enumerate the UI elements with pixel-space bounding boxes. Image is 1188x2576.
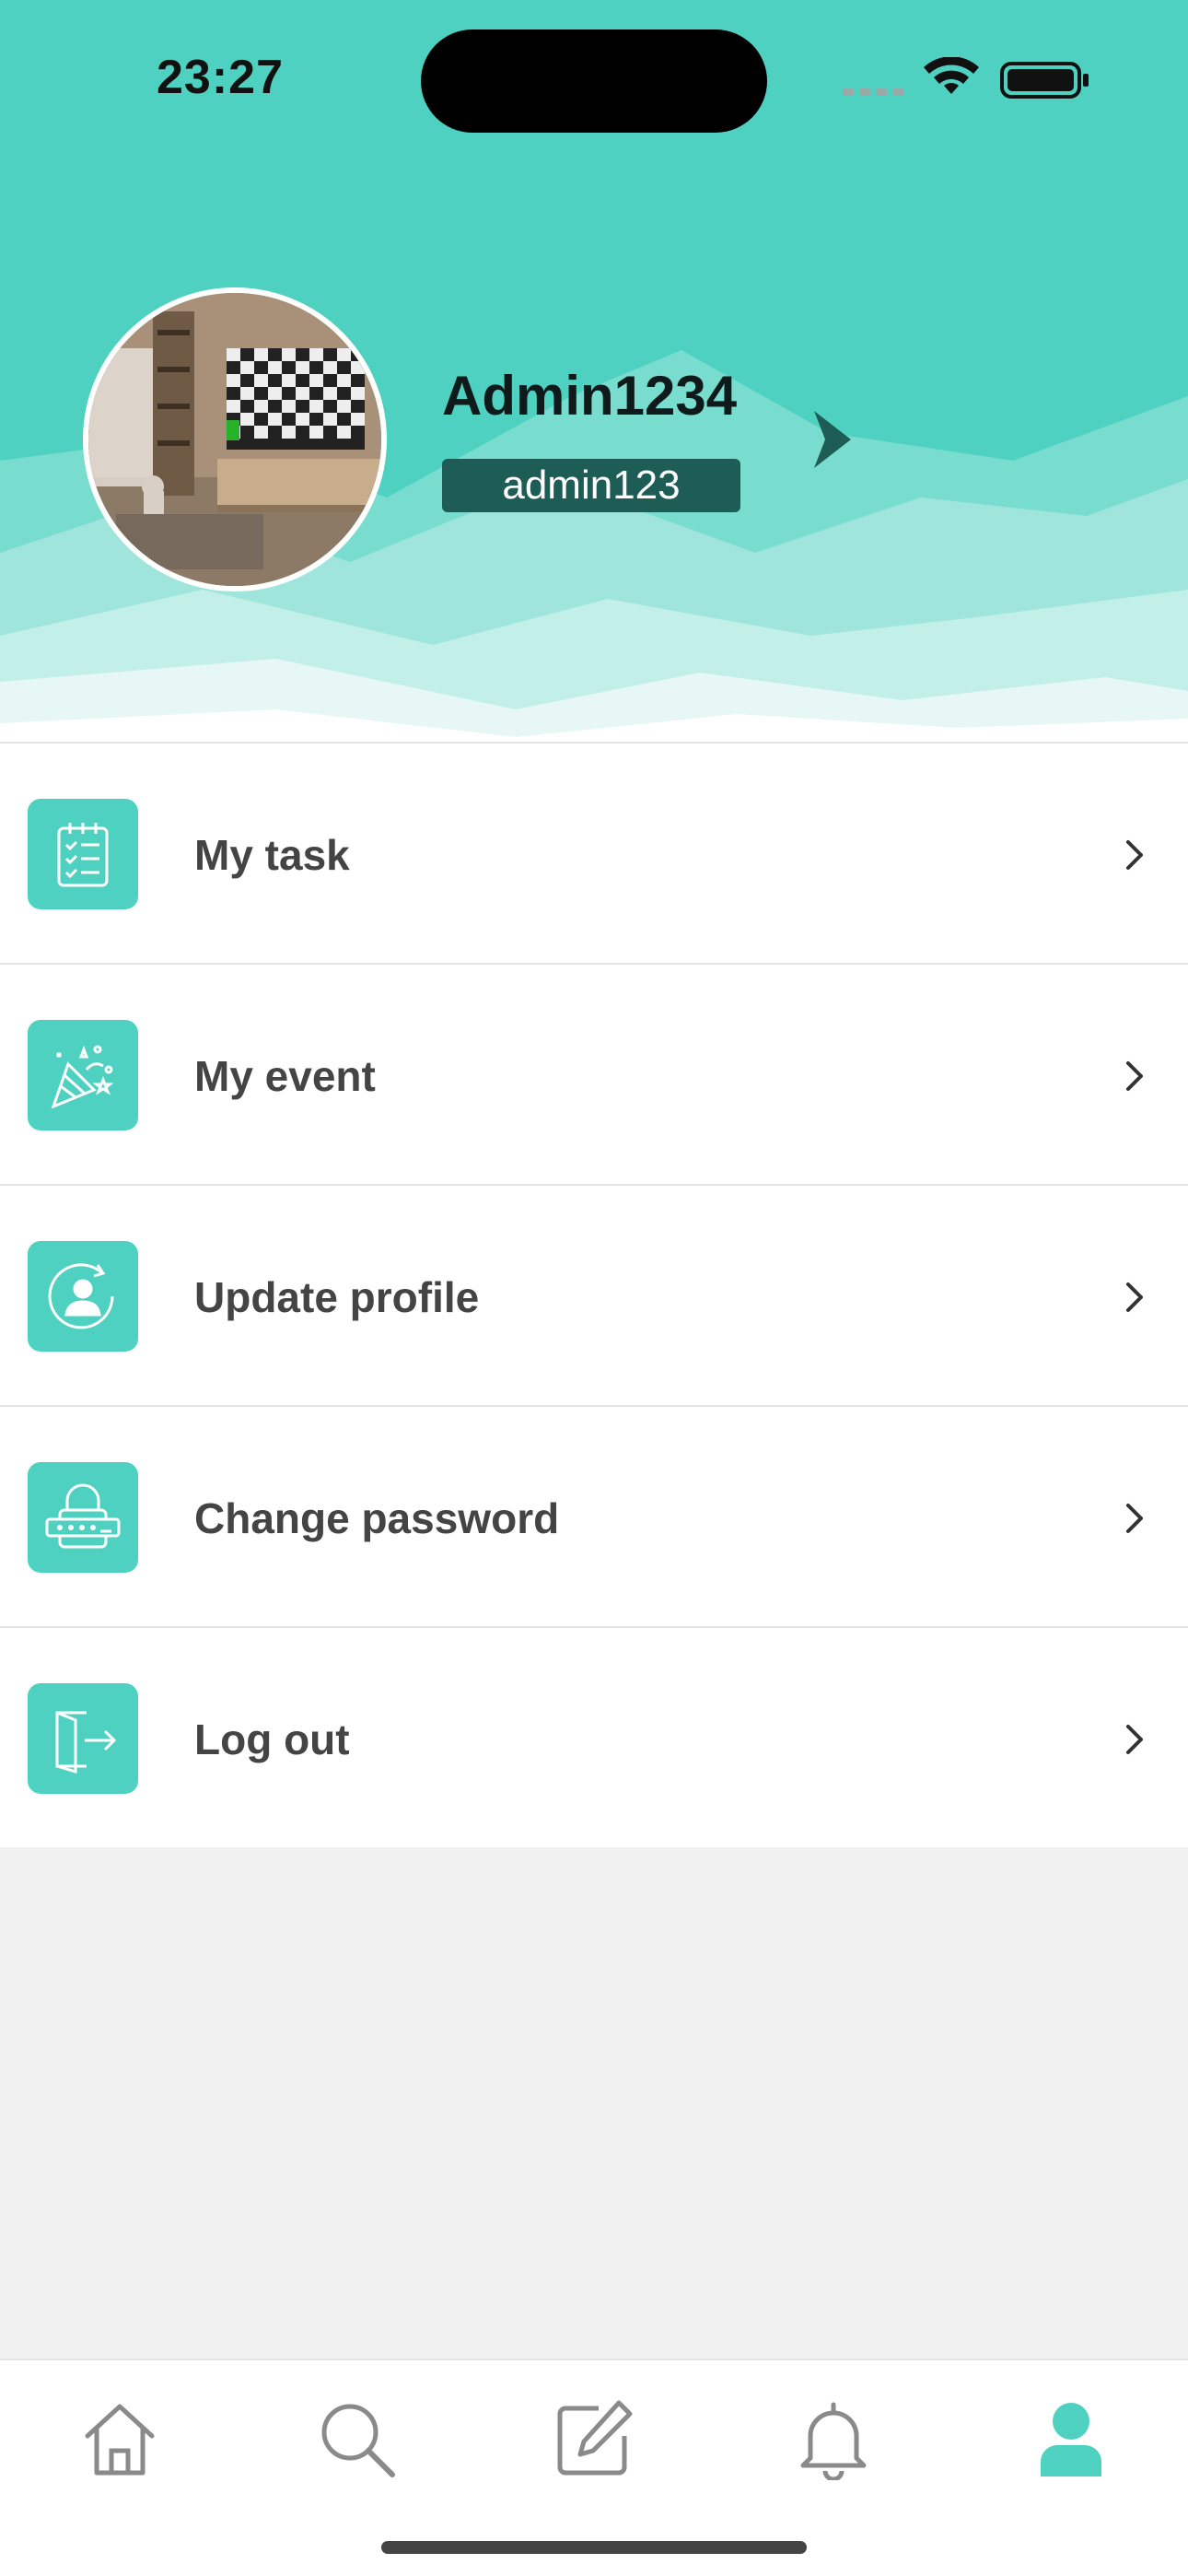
menu-item-update-profile[interactable]: Update profile (0, 1186, 1188, 1407)
chevron-right-icon (1126, 1504, 1143, 1533)
profile-icon[interactable] (1030, 2397, 1112, 2480)
battery-icon (1000, 62, 1089, 99)
menu-item-my-event[interactable]: My event (0, 965, 1188, 1186)
search-icon[interactable] (315, 2397, 398, 2480)
status-time: 23:27 (157, 51, 284, 104)
chevron-right-icon (1126, 840, 1143, 870)
menu-label-update-profile: Update profile (194, 1273, 480, 1321)
password-lock-icon (28, 1462, 138, 1573)
chevron-right-icon (1126, 1282, 1143, 1312)
edit-icon[interactable] (553, 2397, 635, 2480)
bell-icon[interactable] (792, 2397, 875, 2480)
cellular-icon (843, 88, 903, 96)
user-refresh-icon (28, 1241, 138, 1352)
chevron-right-icon (1126, 1725, 1143, 1754)
menu-label-my-task: My task (194, 831, 350, 879)
profile-chevron-icon[interactable] (810, 407, 855, 472)
profile-header: 23:27 Admin1234 admin123 (0, 0, 1188, 742)
profile-menu: My task My event Update profile Change p… (0, 742, 1188, 1847)
status-icons (843, 57, 1089, 99)
living-room-photo (88, 293, 381, 586)
status-bar: 23:27 (0, 0, 1188, 157)
avatar[interactable] (83, 287, 387, 591)
chevron-right-icon (1126, 1061, 1143, 1091)
menu-item-change-password[interactable]: Change password (0, 1407, 1188, 1628)
profile-name: Admin1234 (442, 365, 738, 427)
menu-item-my-task[interactable]: My task (0, 744, 1188, 965)
logout-door-icon (28, 1683, 138, 1794)
home-icon[interactable] (78, 2397, 161, 2480)
menu-label-my-event: My event (194, 1052, 376, 1100)
dynamic-island (421, 29, 767, 133)
username-badge: admin123 (442, 459, 740, 512)
menu-item-log-out[interactable]: Log out (0, 1628, 1188, 1847)
task-checklist-icon (28, 799, 138, 909)
party-popper-icon (28, 1020, 138, 1130)
wifi-icon (924, 57, 979, 94)
home-indicator (381, 2541, 807, 2554)
menu-label-change-password: Change password (194, 1494, 560, 1542)
menu-label-log-out: Log out (194, 1715, 350, 1763)
